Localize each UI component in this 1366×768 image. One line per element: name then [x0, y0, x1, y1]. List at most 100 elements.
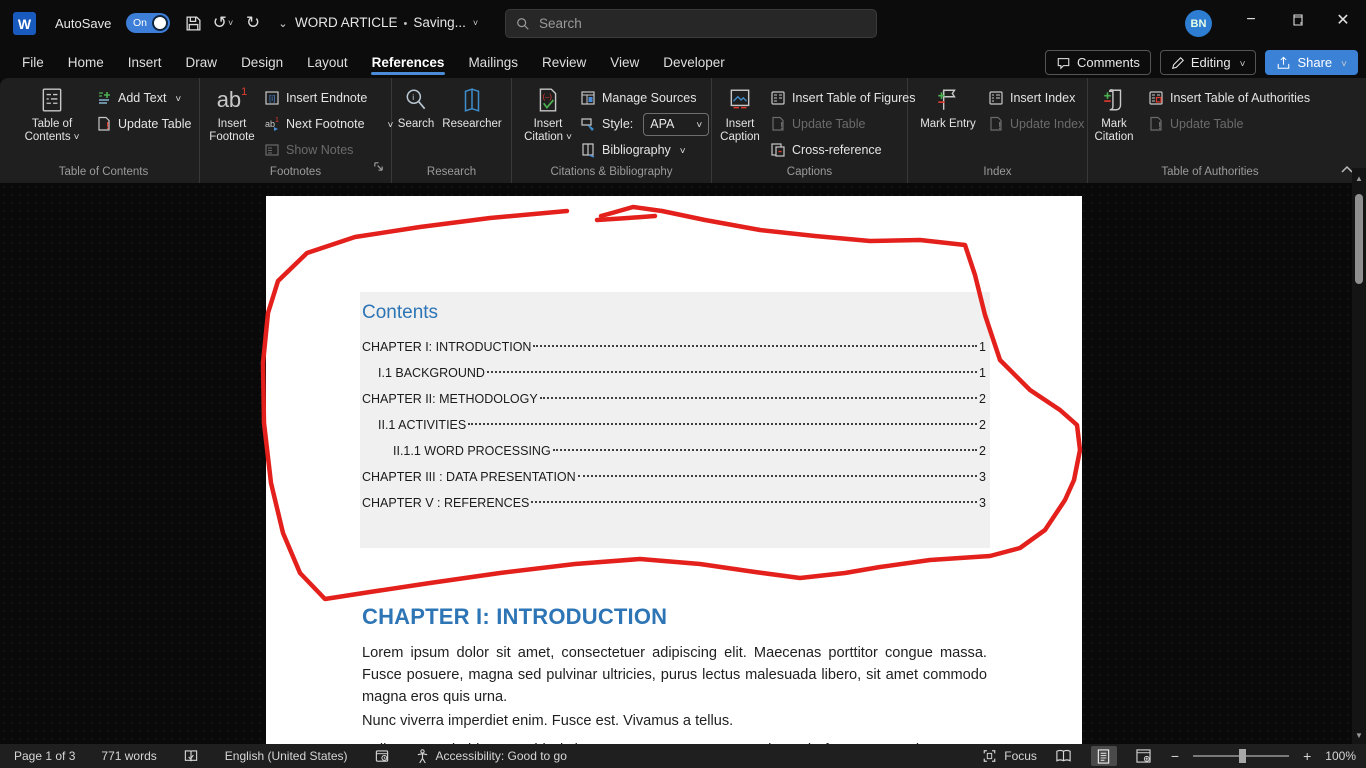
zoom-level[interactable]: 100% — [1325, 749, 1356, 763]
add-text-button[interactable]: Add Text — [96, 85, 191, 111]
cross-reference-button[interactable]: Cross-reference — [770, 137, 915, 163]
page-indicator[interactable]: Page 1 of 3 — [14, 749, 75, 763]
svg-text:!: ! — [780, 121, 783, 132]
svg-text:!: ! — [998, 121, 1001, 132]
comments-button[interactable]: Comments — [1045, 50, 1151, 75]
editing-mode-button[interactable]: Editing — [1160, 50, 1257, 75]
vertical-scrollbar[interactable]: ▲ ▼ — [1352, 168, 1366, 744]
tab-file[interactable]: File — [10, 49, 56, 76]
scroll-up-icon[interactable]: ▲ — [1352, 174, 1366, 183]
group-label: Table of Contents — [8, 166, 199, 178]
chevron-down-icon — [1237, 55, 1246, 70]
word-count[interactable]: 771 words — [101, 749, 156, 763]
read-mode-icon[interactable] — [1051, 746, 1077, 766]
autosave-label: AutoSave — [55, 16, 111, 31]
tab-draw[interactable]: Draw — [174, 49, 230, 76]
document-title[interactable]: WORD ARTICLE Saving... ˅ — [295, 15, 478, 30]
toc-entry[interactable]: CHAPTER II: METHODOLOGY 2 — [362, 392, 986, 418]
tab-home[interactable]: Home — [56, 49, 116, 76]
maximize-button[interactable] — [1274, 0, 1320, 40]
tab-layout[interactable]: Layout — [295, 49, 360, 76]
word-app-icon[interactable]: W — [13, 12, 36, 35]
search-label: Search — [398, 118, 434, 131]
close-button[interactable]: ✕ — [1320, 0, 1366, 40]
footnotes-dialog-launcher-icon[interactable] — [373, 159, 384, 177]
insert-citation-label: Insert Citation — [524, 118, 563, 143]
researcher-button[interactable]: Researcher — [437, 85, 507, 131]
tab-design[interactable]: Design — [229, 49, 295, 76]
save-icon[interactable] — [178, 10, 208, 36]
share-button[interactable]: Share — [1265, 50, 1358, 75]
bibliography-button[interactable]: Bibliography — [580, 137, 709, 163]
insert-endnote-button[interactable]: [i] Insert Endnote — [264, 85, 393, 111]
focus-button[interactable]: Focus — [982, 749, 1037, 763]
proofing-status[interactable] — [183, 749, 199, 764]
style-dropdown[interactable]: APA — [643, 113, 709, 136]
language-indicator[interactable]: English (United States) — [225, 749, 348, 763]
undo-icon[interactable]: ↺˅ — [208, 10, 238, 36]
toc-entry[interactable]: II.1 ACTIVITIES 2 — [362, 418, 986, 444]
document-page[interactable]: Contents CHAPTER I: INTRODUCTION 1 I.1 B… — [266, 196, 1082, 744]
insert-footnote-button[interactable]: ab1 Insert Footnote — [200, 85, 264, 144]
toc-entry[interactable]: CHAPTER III : DATA PRESENTATION 3 — [362, 470, 986, 496]
zoom-out-button[interactable]: − — [1171, 748, 1179, 764]
web-layout-icon[interactable] — [1131, 746, 1157, 766]
doc-status-text: Saving... — [413, 15, 466, 30]
svg-text:i: i — [412, 92, 414, 102]
cross-reference-icon — [770, 142, 786, 158]
insert-index-button[interactable]: Insert Index — [988, 85, 1084, 111]
update-index-label: Update Index — [1010, 117, 1084, 131]
tab-review[interactable]: Review — [530, 49, 598, 76]
table-of-contents-button[interactable]: Table of Contents — [20, 85, 84, 144]
insert-citation-button[interactable]: (–) Insert Citation — [516, 85, 580, 144]
minimize-button[interactable]: − — [1228, 0, 1274, 40]
next-footnote-button[interactable]: ab1 Next Footnote — [264, 111, 393, 137]
insert-table-of-figures-label: Insert Table of Figures — [792, 91, 915, 105]
zoom-in-button[interactable]: + — [1303, 748, 1311, 764]
print-layout-icon[interactable] — [1091, 746, 1117, 766]
search-bar[interactable] — [505, 9, 877, 38]
update-table-button[interactable]: ! Update Table — [96, 111, 191, 137]
tab-developer[interactable]: Developer — [651, 49, 737, 76]
scroll-down-icon[interactable]: ▼ — [1352, 731, 1366, 740]
insert-table-of-authorities-button[interactable]: Insert Table of Authorities — [1148, 85, 1310, 111]
bibliography-label: Bibliography — [602, 143, 671, 157]
tab-view[interactable]: View — [598, 49, 651, 76]
update-table-icon: ! — [770, 116, 786, 132]
zoom-slider[interactable] — [1193, 755, 1289, 757]
dot-leader — [468, 423, 977, 425]
redo-icon[interactable]: ↻ — [238, 10, 268, 36]
toc-entry-page: 3 — [979, 496, 986, 510]
update-table-authorities-label: Update Table — [1170, 117, 1243, 131]
toc-entry[interactable]: I.1 BACKGROUND 1 — [362, 366, 986, 392]
scrollbar-thumb[interactable] — [1355, 194, 1363, 284]
chevron-down-icon — [693, 117, 702, 131]
avatar[interactable]: BN — [1185, 10, 1212, 37]
tab-insert[interactable]: Insert — [116, 49, 174, 76]
document-canvas[interactable]: Contents CHAPTER I: INTRODUCTION 1 I.1 B… — [0, 183, 1352, 744]
history-icon — [374, 749, 390, 764]
reading-history[interactable] — [374, 749, 390, 764]
toc-entry[interactable]: CHAPTER I: INTRODUCTION 1 — [362, 340, 986, 366]
manage-sources-button[interactable]: Manage Sources — [580, 85, 709, 111]
insert-caption-button[interactable]: Insert Caption — [708, 85, 772, 144]
autosave-toggle[interactable]: On — [126, 13, 170, 33]
editing-label: Editing — [1191, 55, 1231, 70]
insert-table-of-figures-button[interactable]: Insert Table of Figures — [770, 85, 915, 111]
toc-entry[interactable]: CHAPTER V : REFERENCES 3 — [362, 496, 986, 522]
zoom-slider-thumb[interactable] — [1239, 749, 1246, 763]
toc-entry[interactable]: II.1.1 WORD PROCESSING 2 — [362, 444, 986, 470]
mark-entry-button[interactable]: Mark Entry — [916, 85, 980, 131]
search-input[interactable] — [539, 16, 839, 31]
word-window: W AutoSave On ↺˅ ↻ ⌄ WORD ARTICLE Saving… — [0, 0, 1366, 768]
show-notes-icon — [264, 142, 280, 158]
accessibility-status[interactable]: Accessibility: Good to go — [416, 749, 567, 764]
customize-qat-icon[interactable]: ⌄ — [268, 10, 298, 36]
toc-entry-page: 1 — [979, 340, 986, 354]
update-table-captions-button: ! Update Table — [770, 111, 915, 137]
chevron-down-icon — [1338, 55, 1347, 70]
tab-mailings[interactable]: Mailings — [456, 49, 530, 76]
bibliography-icon — [580, 142, 596, 158]
mark-citation-button[interactable]: Mark Citation — [1082, 85, 1146, 144]
tab-references[interactable]: References — [360, 49, 457, 76]
